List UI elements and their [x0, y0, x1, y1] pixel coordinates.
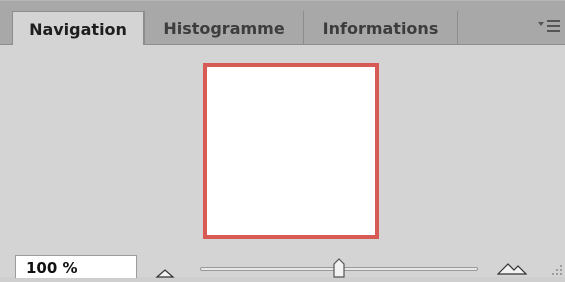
zoom-input[interactable] [15, 255, 137, 278]
tab-informations[interactable]: Informations [303, 11, 458, 45]
tab-bar: Navigation Histogramme Informations [0, 1, 565, 46]
resize-grip[interactable] [549, 261, 563, 275]
large-mountain-icon [496, 263, 528, 275]
tab-histogramme-label: Histogramme [163, 18, 285, 38]
navigator-panel: Navigation Histogramme Informations [0, 0, 565, 278]
zoom-in-button[interactable] [496, 259, 528, 275]
tab-histogramme[interactable]: Histogramme [144, 11, 303, 45]
panel-menu-button[interactable] [537, 16, 561, 38]
zoom-slider-thumb[interactable] [332, 258, 346, 278]
panel-menu-icon [538, 20, 560, 32]
small-mountain-icon [155, 269, 175, 278]
zoom-out-button[interactable] [155, 263, 177, 278]
tab-informations-label: Informations [322, 18, 439, 38]
tab-navigation[interactable]: Navigation [12, 11, 144, 46]
resize-grip-icon [552, 265, 562, 275]
tab-navigation-label: Navigation [29, 19, 127, 39]
proxy-view-frame[interactable] [203, 63, 379, 239]
